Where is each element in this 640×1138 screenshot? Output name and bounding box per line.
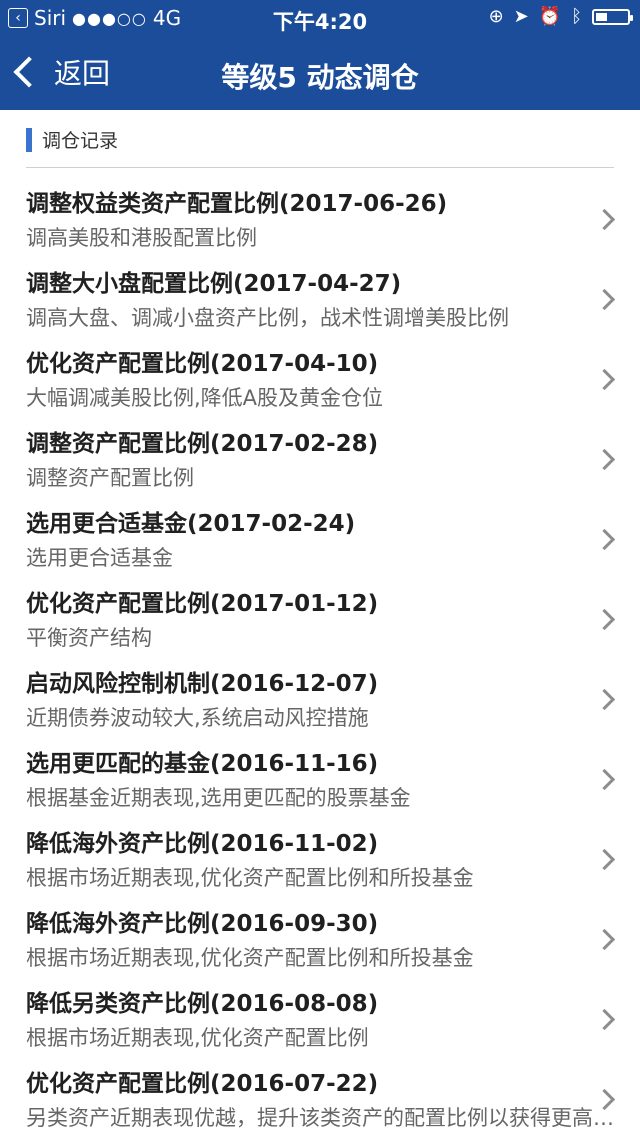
record-subtitle: 根据市场近期表现,优化资产配置比例 bbox=[26, 1026, 369, 1050]
list-item[interactable]: 选用更合适基金(2017-02-24) 选用更合适基金 bbox=[0, 490, 640, 570]
list-item[interactable]: 优化资产配置比例(2016-07-22) 另类资产近期表现优越，提升该类资产的配置… bbox=[0, 1050, 640, 1130]
record-title: 选用更合适基金(2017-02-24) bbox=[26, 511, 356, 537]
section-accent-bar bbox=[26, 128, 32, 152]
record-title: 降低海外资产比例(2016-11-02) bbox=[26, 831, 379, 857]
section-header: 调仓记录 bbox=[0, 110, 640, 168]
record-title: 优化资产配置比例(2016-07-22) bbox=[26, 1071, 379, 1097]
record-list: 调整权益类资产配置比例(2017-06-26) 调高美股和港股配置比例 调整大小盘配… bbox=[0, 170, 640, 1130]
record-subtitle: 调高大盘、调减小盘资产比例，战术性调增美股比例 bbox=[26, 306, 509, 330]
bluetooth-icon: ᛒ bbox=[571, 6, 582, 27]
list-item[interactable]: 调整权益类资产配置比例(2017-06-26) 调高美股和港股配置比例 bbox=[0, 170, 640, 250]
record-title: 降低海外资产比例(2016-09-30) bbox=[26, 911, 379, 937]
record-title: 优化资产配置比例(2017-04-10) bbox=[26, 351, 379, 377]
location-icon: ➤ bbox=[513, 6, 529, 27]
record-title: 调整大小盘配置比例(2017-04-27) bbox=[26, 271, 402, 297]
page-title: 等级5 动态调仓 bbox=[221, 61, 419, 94]
list-item[interactable]: 选用更匹配的基金(2016-11-16) 根据基金近期表现,选用更匹配的股票基金 bbox=[0, 730, 640, 810]
alarm-icon: ⏰ bbox=[538, 6, 562, 27]
list-item[interactable]: 降低海外资产比例(2016-11-02) 根据市场近期表现,优化资产配置比例和所投… bbox=[0, 810, 640, 890]
list-item[interactable]: 启动风险控制机制(2016-12-07) 近期债券波动较大,系统启动风控措施 bbox=[0, 650, 640, 730]
list-item[interactable]: 降低另类资产比例(2016-08-08) 根据市场近期表现,优化资产配置比例 bbox=[0, 970, 640, 1050]
record-subtitle: 调整资产配置比例 bbox=[26, 466, 194, 490]
list-item[interactable]: 降低海外资产比例(2016-09-30) 根据市场近期表现,优化资产配置比例和所投… bbox=[0, 890, 640, 970]
record-subtitle: 平衡资产结构 bbox=[26, 626, 152, 650]
section-label: 调仓记录 bbox=[42, 130, 119, 152]
record-subtitle: 根据市场近期表现,优化资产配置比例和所投基金 bbox=[26, 866, 474, 890]
record-title: 优化资产配置比例(2017-01-12) bbox=[26, 591, 379, 617]
record-subtitle: 根据基金近期表现,选用更匹配的股票基金 bbox=[26, 786, 411, 810]
list-item[interactable]: 调整大小盘配置比例(2017-04-27) 调高大盘、调减小盘资产比例，战术性调增… bbox=[0, 250, 640, 330]
list-item[interactable]: 优化资产配置比例(2017-01-12) 平衡资产结构 bbox=[0, 570, 640, 650]
list-item[interactable]: 调整资产配置比例(2017-02-28) 调整资产配置比例 bbox=[0, 410, 640, 490]
battery-icon bbox=[592, 8, 633, 25]
record-title: 调整权益类资产配置比例(2017-06-26) bbox=[26, 191, 448, 217]
record-title: 调整资产配置比例(2017-02-28) bbox=[26, 431, 379, 457]
navigation-bar: 返回 等级5 动态调仓 bbox=[0, 40, 640, 110]
record-subtitle: 另类资产近期表现优越，提升该类资产的配置比例以获得更高收益 bbox=[26, 1106, 614, 1130]
list-item[interactable]: 优化资产配置比例(2017-04-10) 大幅调减美股比例,降低A股及黄金仓位 bbox=[0, 330, 640, 410]
status-bar: ‹ Siri ●●●○○ 4G 下午4:20 ⊕ ➤ ⏰ ᛒ bbox=[0, 0, 640, 36]
section-divider bbox=[26, 167, 614, 168]
record-subtitle: 选用更合适基金 bbox=[26, 546, 173, 570]
battery-level bbox=[596, 12, 607, 21]
record-subtitle: 近期债券波动较大,系统启动风控措施 bbox=[26, 706, 369, 730]
rotation-lock-icon: ⊕ bbox=[488, 6, 504, 27]
header-bar: ‹ Siri ●●●○○ 4G 下午4:20 ⊕ ➤ ⏰ ᛒ 返回 等级5 动态… bbox=[0, 0, 640, 110]
record-subtitle: 大幅调减美股比例,降低A股及黄金仓位 bbox=[26, 386, 384, 410]
record-subtitle: 根据市场近期表现,优化资产配置比例和所投基金 bbox=[26, 946, 474, 970]
record-title: 启动风险控制机制(2016-12-07) bbox=[26, 671, 379, 697]
record-title: 选用更匹配的基金(2016-11-16) bbox=[26, 751, 379, 777]
status-right: ⊕ ➤ ⏰ ᛒ bbox=[488, 6, 633, 27]
record-subtitle: 调高美股和港股配置比例 bbox=[26, 226, 257, 250]
record-title: 降低另类资产比例(2016-08-08) bbox=[26, 991, 379, 1017]
